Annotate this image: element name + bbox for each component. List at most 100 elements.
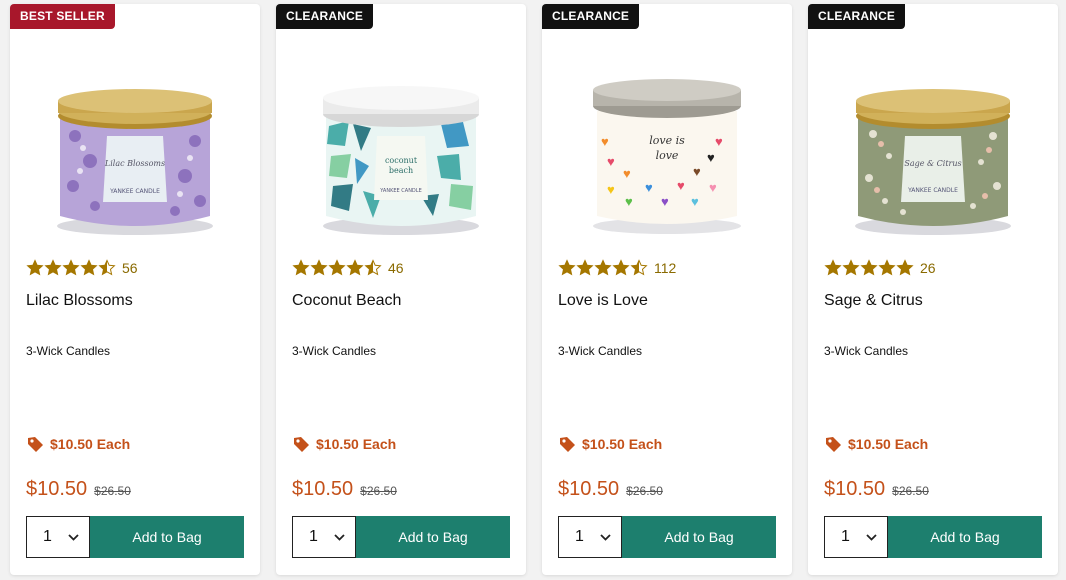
star-full-icon <box>328 259 346 276</box>
add-to-bag-button[interactable]: Add to Bag <box>356 516 510 558</box>
star-half-icon <box>630 259 648 276</box>
product-category: 3-Wick Candles <box>558 344 643 358</box>
tag-icon <box>826 437 841 452</box>
svg-text:♥: ♥ <box>607 182 615 197</box>
review-count[interactable]: 26 <box>920 260 936 276</box>
star-full-icon <box>310 259 328 276</box>
review-count[interactable]: 46 <box>388 260 404 276</box>
candle-product-image[interactable]: coconut beach YANKEE CANDLE <box>301 66 501 241</box>
badge: CLEARANCE <box>542 4 640 29</box>
promo-text: $10.50 Each <box>316 436 397 452</box>
quantity-value: 1 <box>309 528 318 545</box>
promo-text: $10.50 Each <box>582 436 663 452</box>
add-to-bag-button[interactable]: Add to Bag <box>888 516 1042 558</box>
quantity-value: 1 <box>841 528 850 545</box>
svg-text:YANKEE CANDLE: YANKEE CANDLE <box>907 187 958 194</box>
product-card[interactable]: CLEARANCE ♥ ♥ ♥ ♥ ♥ ♥ ♥ ♥ ♥ ♥ ♥ ♥ ♥ love… <box>542 4 792 575</box>
badge: CLEARANCE <box>276 4 374 29</box>
candle-product-image[interactable]: ♥ ♥ ♥ ♥ ♥ ♥ ♥ ♥ ♥ ♥ ♥ ♥ ♥ love is love <box>567 66 767 241</box>
promo-text: $10.50 Each <box>848 436 929 452</box>
svg-text:♥: ♥ <box>677 178 685 193</box>
svg-text:♥: ♥ <box>707 150 715 165</box>
star-rating <box>292 259 382 277</box>
star-full-icon <box>576 259 594 276</box>
add-to-bag-button[interactable]: Add to Bag <box>90 516 244 558</box>
quantity-select[interactable]: 1 <box>558 516 622 558</box>
review-count[interactable]: 56 <box>122 260 138 276</box>
promo: $10.50 Each <box>558 435 662 453</box>
star-full-icon <box>44 259 62 276</box>
svg-text:♥: ♥ <box>623 166 631 181</box>
svg-text:♥: ♥ <box>693 164 701 179</box>
svg-text:Lilac Blossoms: Lilac Blossoms <box>104 159 165 168</box>
star-rating <box>824 259 914 277</box>
candle-product-image[interactable]: Lilac Blossoms YANKEE CANDLE <box>35 66 235 241</box>
svg-text:love is: love is <box>649 134 685 147</box>
review-count[interactable]: 112 <box>654 260 676 276</box>
rating: 56 <box>26 259 138 277</box>
product-card[interactable]: CLEARANCE coconut beach YANKEE CANDLE 46… <box>276 4 526 575</box>
product-name[interactable]: Love is Love <box>558 292 648 310</box>
svg-text:coconut: coconut <box>385 156 418 165</box>
star-rating <box>26 259 116 277</box>
quantity-select[interactable]: 1 <box>26 516 90 558</box>
badge: BEST SELLER <box>10 4 115 29</box>
svg-text:♥: ♥ <box>661 194 669 209</box>
star-full-icon <box>842 259 860 276</box>
svg-text:♥: ♥ <box>645 180 653 195</box>
star-full-icon <box>594 259 612 276</box>
svg-text:YANKEE CANDLE: YANKEE CANDLE <box>379 188 421 194</box>
original-price: $26.50 <box>94 484 131 498</box>
promo: $10.50 Each <box>824 435 928 453</box>
price: $10.50 $26.50 <box>26 478 131 501</box>
svg-text:YANKEE CANDLE: YANKEE CANDLE <box>109 188 160 195</box>
price: $10.50 $26.50 <box>558 478 663 501</box>
rating: 26 <box>824 259 936 277</box>
promo: $10.50 Each <box>292 435 396 453</box>
star-full-icon <box>824 259 842 276</box>
star-full-icon <box>292 259 310 276</box>
star-half-icon <box>98 259 116 276</box>
product-card[interactable]: BEST SELLER Lilac Blossoms YANKEE CANDLE… <box>10 4 260 575</box>
star-half-icon <box>364 259 382 276</box>
sale-price: $10.50 <box>292 478 354 500</box>
chevron-down-icon <box>866 534 877 541</box>
original-price: $26.50 <box>626 484 663 498</box>
rating: 112 <box>558 259 676 277</box>
star-full-icon <box>80 259 98 276</box>
star-full-icon <box>62 259 80 276</box>
chevron-down-icon <box>334 534 345 541</box>
star-full-icon <box>860 259 878 276</box>
sale-price: $10.50 <box>558 478 620 500</box>
star-rating <box>558 259 648 277</box>
product-category: 3-Wick Candles <box>824 344 909 358</box>
original-price: $26.50 <box>360 484 397 498</box>
promo: $10.50 Each <box>26 435 130 453</box>
price: $10.50 $26.50 <box>824 478 929 501</box>
star-full-icon <box>346 259 364 276</box>
tag-icon <box>294 437 309 452</box>
svg-text:♥: ♥ <box>691 194 699 209</box>
product-name[interactable]: Coconut Beach <box>292 292 401 310</box>
add-to-bag-button[interactable]: Add to Bag <box>622 516 776 558</box>
quantity-value: 1 <box>575 528 584 545</box>
product-category: 3-Wick Candles <box>292 344 377 358</box>
svg-text:♥: ♥ <box>607 154 615 169</box>
candle-product-image[interactable]: Sage & Citrus YANKEE CANDLE <box>833 66 1033 241</box>
svg-text:♥: ♥ <box>709 180 717 195</box>
badge: CLEARANCE <box>808 4 906 29</box>
svg-text:♥: ♥ <box>601 134 609 149</box>
svg-text:Sage & Citrus: Sage & Citrus <box>904 159 961 168</box>
product-name[interactable]: Sage & Citrus <box>824 292 923 310</box>
sale-price: $10.50 <box>824 478 886 500</box>
quantity-select[interactable]: 1 <box>824 516 888 558</box>
chevron-down-icon <box>68 534 79 541</box>
product-name[interactable]: Lilac Blossoms <box>26 292 133 310</box>
star-full-icon <box>896 259 914 276</box>
star-full-icon <box>26 259 44 276</box>
svg-text:♥: ♥ <box>625 194 633 209</box>
product-card[interactable]: CLEARANCE Sage & Citrus YANKEE CANDLE 26 <box>808 4 1058 575</box>
product-grid: BEST SELLER Lilac Blossoms YANKEE CANDLE… <box>10 4 1058 575</box>
star-full-icon <box>558 259 576 276</box>
quantity-select[interactable]: 1 <box>292 516 356 558</box>
